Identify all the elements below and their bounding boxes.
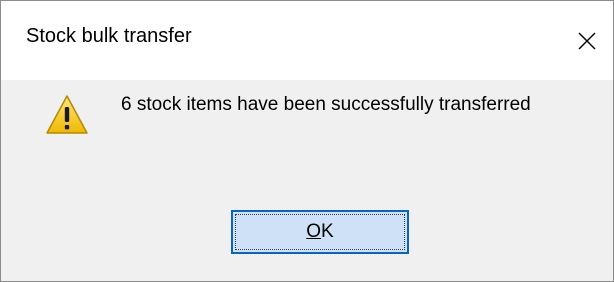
- dialog-message: 6 stock items have been successfully tra…: [121, 94, 531, 115]
- ok-label-rest: K: [321, 221, 334, 242]
- close-icon: [578, 32, 596, 49]
- ok-button-label: OK: [306, 221, 333, 243]
- title-bar: Stock bulk transfer: [1, 1, 613, 80]
- dialog-title: Stock bulk transfer: [26, 25, 192, 47]
- dialog-body: 6 stock items have been successfully tra…: [1, 80, 613, 281]
- message-dialog: Stock bulk transfer 6 stock items have b…: [0, 0, 614, 282]
- ok-button[interactable]: OK: [231, 210, 409, 254]
- close-button[interactable]: [561, 1, 613, 80]
- ok-mnemonic: O: [306, 221, 322, 242]
- warning-icon: [46, 95, 88, 134]
